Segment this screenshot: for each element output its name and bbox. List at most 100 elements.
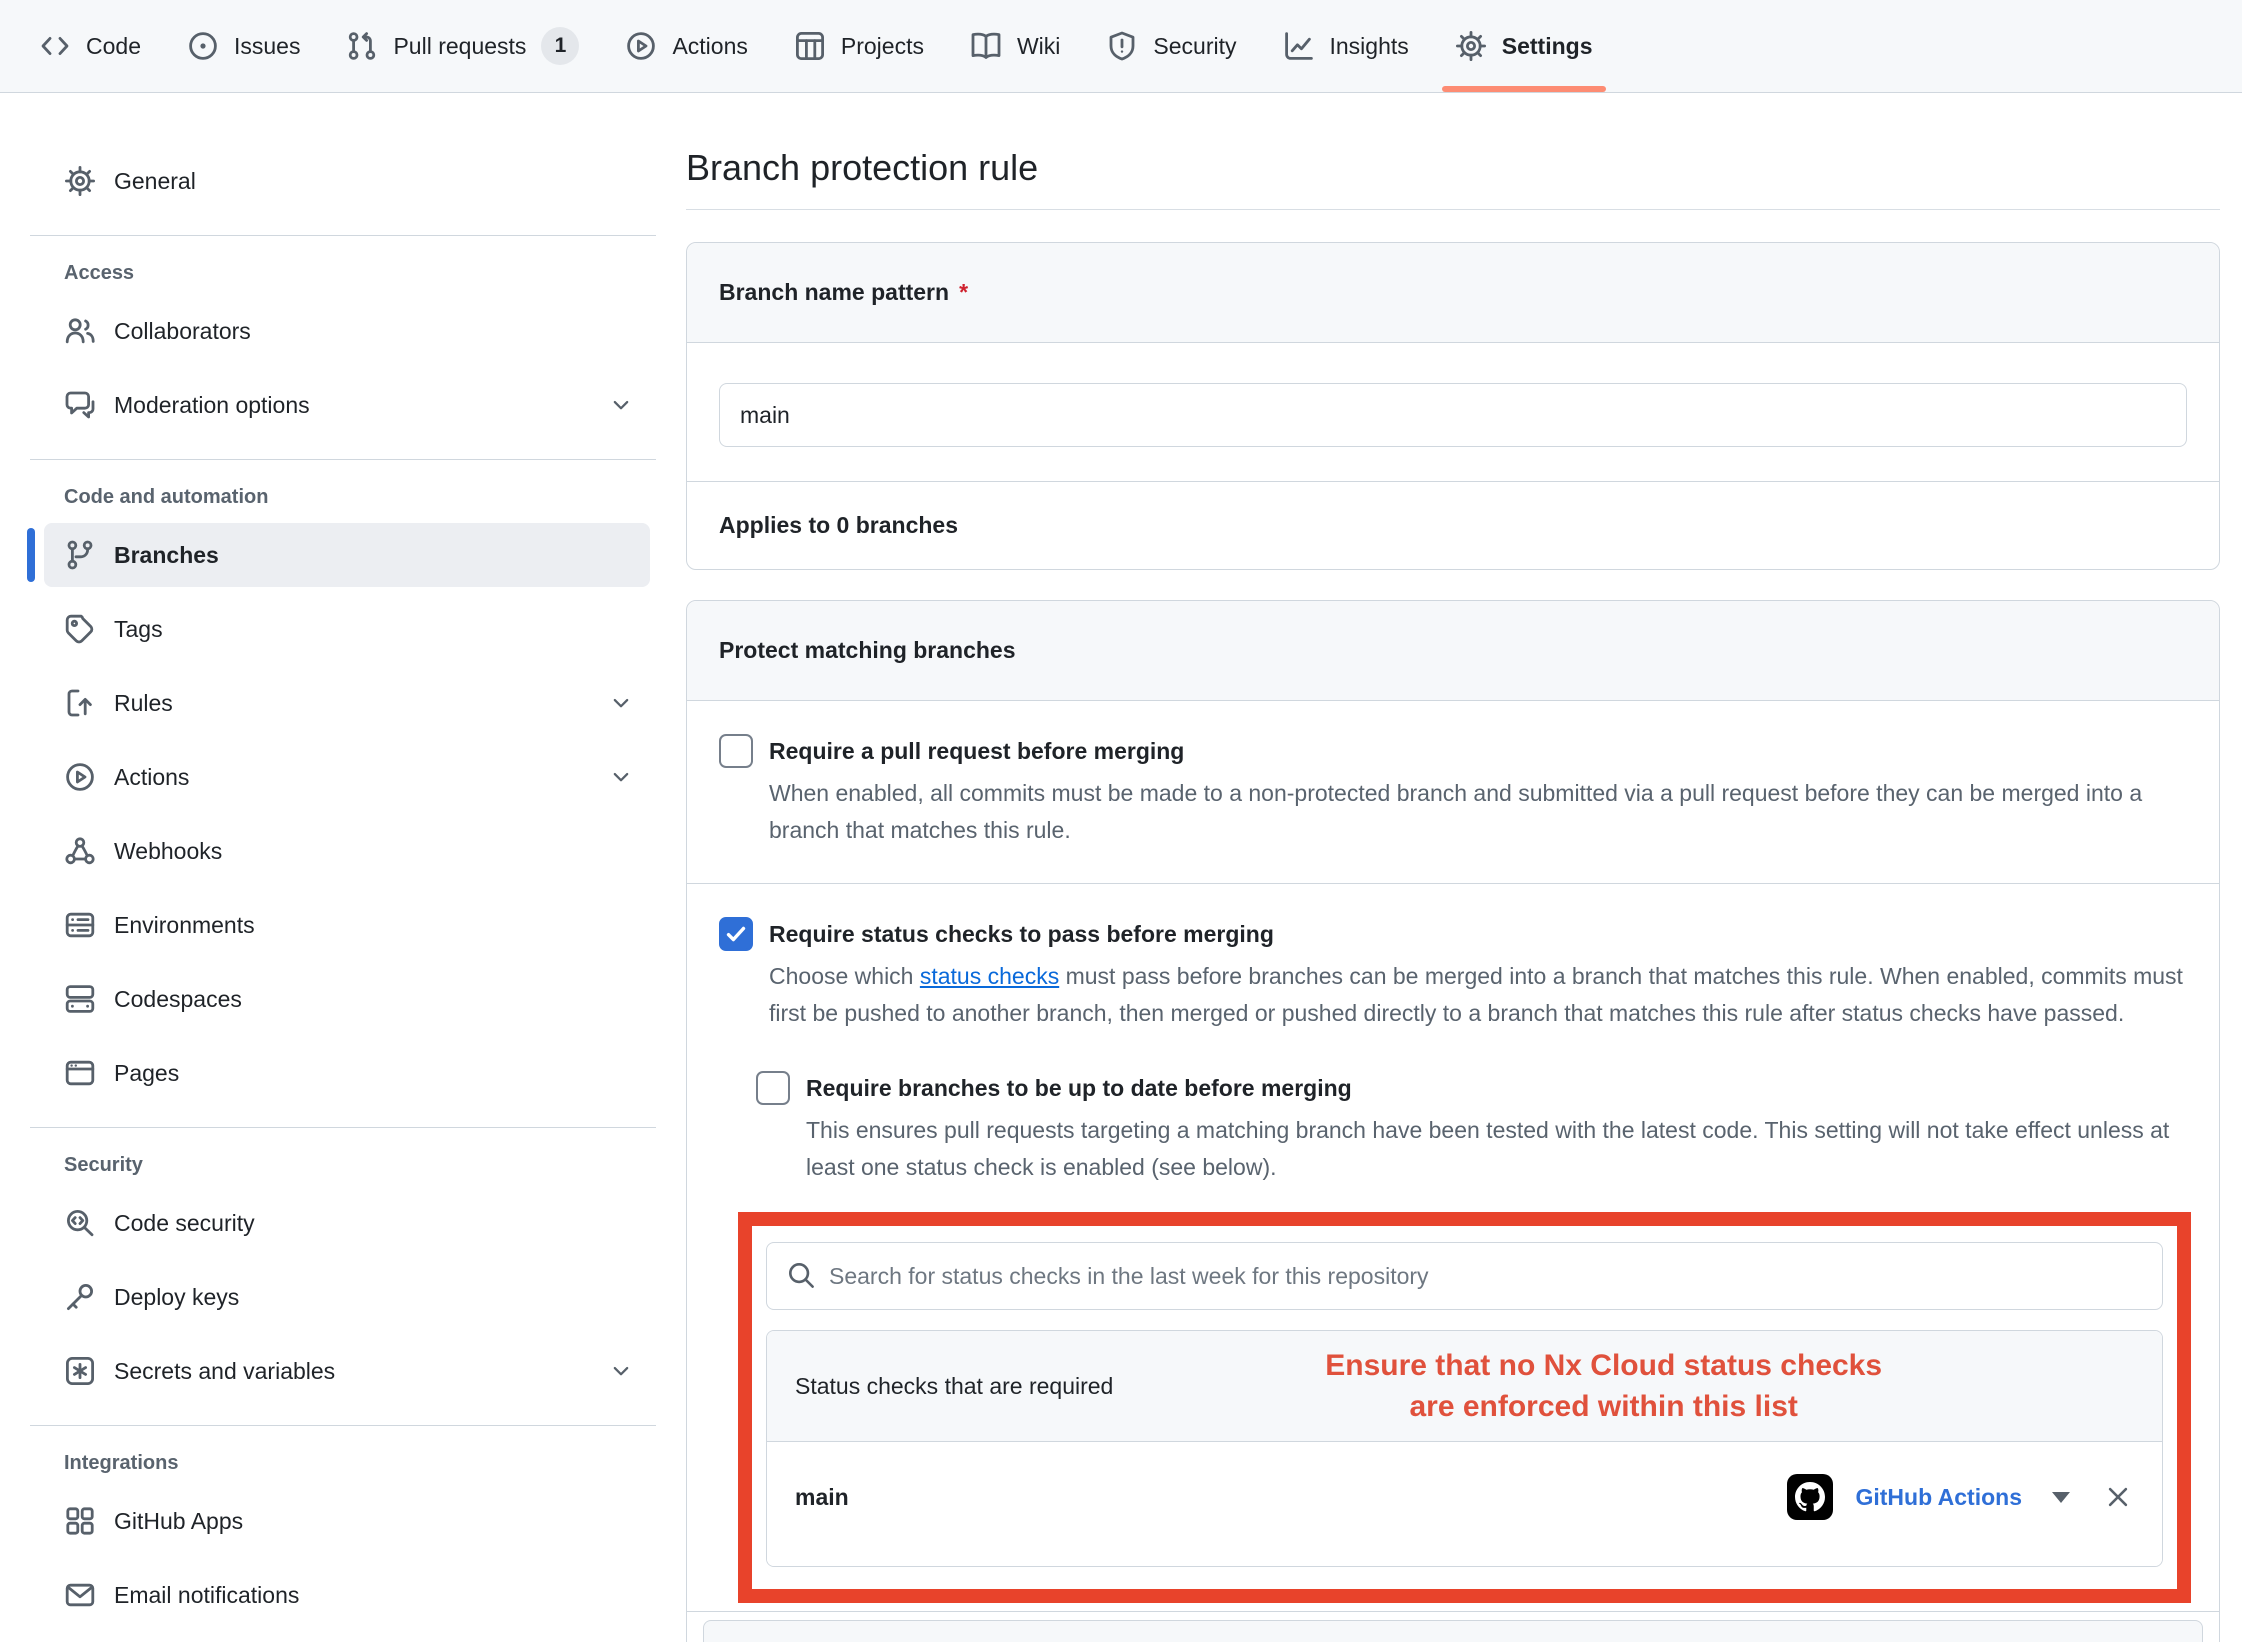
annotation-highlight-box: Status checks that are required Ensure t…	[738, 1212, 2191, 1603]
sidebar-divider	[30, 459, 656, 460]
tab-code[interactable]: Code	[16, 0, 164, 92]
people-icon	[64, 315, 96, 347]
tab-pull-requests[interactable]: Pull requests 1	[323, 0, 602, 92]
sidebar-item-rules[interactable]: Rules	[44, 671, 650, 735]
sidebar-section-code-automation: Code and automation	[64, 486, 656, 509]
chevron-down-icon	[608, 392, 634, 418]
settings-sidebar: General Access Collaborators Moderation …	[0, 93, 656, 1637]
require-pull-request-checkbox[interactable]	[719, 734, 753, 768]
status-checks-link[interactable]: status checks	[920, 963, 1059, 989]
code-icon	[39, 30, 71, 62]
protect-matching-branches-header: Protect matching branches	[687, 601, 2219, 701]
require-pull-request-row: Require a pull request before merging	[719, 731, 2187, 771]
required-asterisk: *	[959, 279, 968, 305]
code-scan-icon	[64, 1207, 96, 1239]
asterisk-box-icon	[64, 1355, 96, 1387]
sidebar-item-general[interactable]: General	[44, 149, 650, 213]
git-branch-icon	[64, 539, 96, 571]
tab-insights[interactable]: Insights	[1260, 0, 1432, 92]
tab-wiki[interactable]: Wiki	[947, 0, 1083, 92]
sidebar-item-branches[interactable]: Branches	[44, 523, 650, 587]
status-check-row-main: main GitHub Actions	[767, 1442, 2162, 1566]
pull-requests-count: 1	[541, 27, 579, 65]
applies-to-branches: Applies to 0 branches	[687, 481, 2219, 569]
mail-icon	[64, 1579, 96, 1611]
annotation-text: Ensure that no Nx Cloud status checks ar…	[1113, 1345, 2134, 1427]
main-content: Branch protection rule Branch name patte…	[686, 93, 2220, 1642]
require-status-checks-row: Require status checks to pass before mer…	[719, 914, 2187, 954]
sidebar-divider	[30, 1425, 656, 1426]
next-section-header-partial	[703, 1620, 2203, 1642]
tab-security[interactable]: Security	[1083, 0, 1259, 92]
sidebar-item-codespaces[interactable]: Codespaces	[44, 967, 650, 1031]
gear-icon	[1455, 30, 1487, 62]
require-up-to-date-description: This ensures pull requests targeting a m…	[806, 1112, 2187, 1186]
sidebar-section-access: Access	[64, 262, 656, 285]
github-actions-link[interactable]: GitHub Actions	[1855, 1484, 2022, 1511]
remove-status-check-icon[interactable]	[2104, 1483, 2132, 1511]
sidebar-divider	[30, 1127, 656, 1128]
require-pull-request-description: When enabled, all commits must be made t…	[769, 775, 2187, 849]
apps-grid-icon	[64, 1505, 96, 1537]
status-check-name: main	[795, 1484, 1787, 1511]
server-icon	[64, 909, 96, 941]
status-checks-search-input[interactable]	[766, 1242, 2163, 1310]
webhook-icon	[64, 835, 96, 867]
chevron-down-icon	[608, 1358, 634, 1384]
projects-table-icon	[794, 30, 826, 62]
sidebar-item-github-apps[interactable]: GitHub Apps	[44, 1489, 650, 1553]
tag-icon	[64, 613, 96, 645]
chevron-down-icon	[608, 764, 634, 790]
sidebar-section-security: Security	[64, 1154, 656, 1177]
branch-name-pattern-card: Branch name pattern* Applies to 0 branch…	[686, 242, 2220, 570]
key-icon	[64, 1281, 96, 1313]
tab-actions[interactable]: Actions	[602, 0, 770, 92]
require-status-checks-description: Choose which status checks must pass bef…	[769, 958, 2187, 1032]
sidebar-divider	[30, 235, 656, 236]
sidebar-section-integrations: Integrations	[64, 1452, 656, 1475]
browser-icon	[64, 1057, 96, 1089]
tab-issues[interactable]: Issues	[164, 0, 323, 92]
section-divider	[687, 1611, 2219, 1612]
sidebar-item-environments[interactable]: Environments	[44, 893, 650, 957]
codespaces-icon	[64, 983, 96, 1015]
active-tab-underline	[1442, 86, 1606, 92]
sidebar-item-moderation-options[interactable]: Moderation options	[44, 373, 650, 437]
subhead-divider	[686, 209, 2220, 210]
branch-name-pattern-input[interactable]	[719, 383, 2187, 447]
sidebar-item-pages[interactable]: Pages	[44, 1041, 650, 1105]
require-up-to-date-checkbox[interactable]	[756, 1071, 790, 1105]
issue-opened-icon	[187, 30, 219, 62]
comment-discussion-icon	[64, 389, 96, 421]
sidebar-item-deploy-keys[interactable]: Deploy keys	[44, 1265, 650, 1329]
sidebar-item-webhooks[interactable]: Webhooks	[44, 819, 650, 883]
graph-icon	[1283, 30, 1315, 62]
tab-settings[interactable]: Settings	[1432, 0, 1616, 92]
github-mark-icon	[1787, 1474, 1833, 1520]
search-icon	[786, 1260, 816, 1290]
chevron-down-icon	[608, 690, 634, 716]
page-title: Branch protection rule	[686, 147, 2220, 189]
play-icon	[625, 30, 657, 62]
shield-icon	[1106, 30, 1138, 62]
book-icon	[970, 30, 1002, 62]
required-status-checks-list: Status checks that are required Ensure t…	[766, 1330, 2163, 1567]
git-pull-request-icon	[346, 30, 378, 62]
rules-icon	[64, 687, 96, 719]
sidebar-item-code-security[interactable]: Code security	[44, 1191, 650, 1255]
require-up-to-date-row: Require branches to be up to date before…	[756, 1068, 2187, 1108]
protect-matching-branches-card: Protect matching branches Require a pull…	[686, 600, 2220, 1642]
branch-name-pattern-header: Branch name pattern*	[687, 243, 2219, 343]
gear-icon	[64, 165, 96, 197]
caret-down-icon[interactable]	[2052, 1492, 2070, 1503]
require-status-checks-checkbox[interactable]	[719, 917, 753, 951]
sidebar-item-tags[interactable]: Tags	[44, 597, 650, 661]
sidebar-item-collaborators[interactable]: Collaborators	[44, 299, 650, 363]
tab-projects[interactable]: Projects	[771, 0, 947, 92]
repo-nav: Code Issues Pull requests 1 Actions Proj…	[0, 0, 2242, 93]
sidebar-item-email-notifications[interactable]: Email notifications	[44, 1563, 650, 1627]
sidebar-item-secrets-variables[interactable]: Secrets and variables	[44, 1339, 650, 1403]
status-checks-required-label: Status checks that are required	[795, 1373, 1113, 1400]
play-icon	[64, 761, 96, 793]
sidebar-item-actions[interactable]: Actions	[44, 745, 650, 809]
